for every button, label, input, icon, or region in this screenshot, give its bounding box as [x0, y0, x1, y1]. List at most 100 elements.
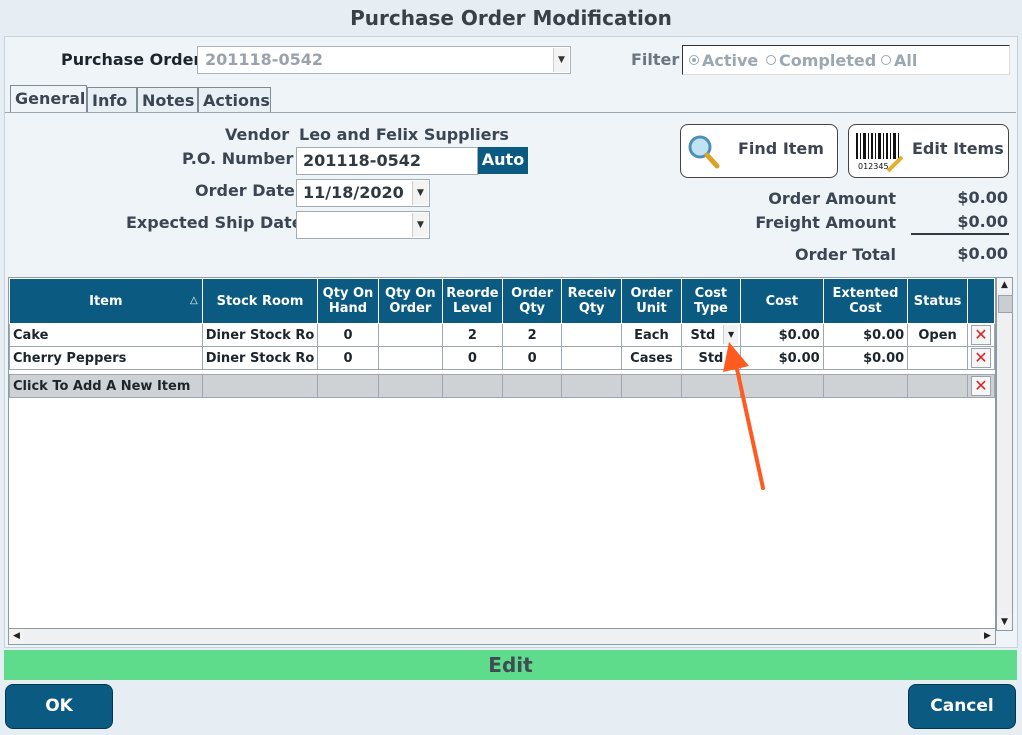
delete-row-icon[interactable]: ✕ — [970, 348, 991, 368]
scroll-down-icon[interactable]: ▼ — [997, 615, 1012, 630]
col-status-header[interactable]: Status — [907, 278, 968, 324]
chevron-down-icon[interactable]: ▼ — [553, 48, 569, 72]
cell-stock-room[interactable]: Diner Stock Ro — [201, 346, 319, 370]
vertical-scrollbar[interactable]: ▲ ▼ — [996, 277, 1013, 631]
add-new-item-row[interactable]: Click To Add A New Item ✕ — [9, 374, 995, 398]
sort-asc-icon: △ — [189, 295, 198, 306]
expected-ship-date-field[interactable]: ▼ — [296, 211, 430, 239]
tab-notes[interactable]: Notes — [137, 87, 198, 113]
cell-qty-on-hand: 0 — [317, 323, 379, 347]
col-reorder-level-header[interactable]: Reorde Level — [441, 278, 503, 324]
cell-order-qty[interactable]: 2 — [501, 323, 563, 347]
filter-radio-group: Active Completed All — [682, 45, 1010, 75]
radio-icon — [881, 55, 891, 65]
annotation-arrow-icon — [723, 342, 765, 490]
cell-reorder-level[interactable]: 2 — [441, 323, 503, 347]
cell-order-qty[interactable]: 0 — [501, 346, 563, 370]
filter-active-radio[interactable]: Active — [689, 51, 758, 70]
horizontal-scrollbar[interactable]: ◀ ▶ — [8, 628, 996, 645]
scroll-right-icon[interactable]: ▶ — [980, 629, 995, 644]
freight-amount-label: Freight Amount — [755, 213, 896, 232]
filter-all-radio[interactable]: All — [881, 51, 917, 70]
tab-general[interactable]: General — [10, 85, 87, 113]
cell-order-unit[interactable]: Each — [621, 323, 682, 347]
order-date-label: Order Date — [195, 181, 295, 200]
add-row-cell — [561, 374, 623, 398]
col-cost-type-header[interactable]: Cost Type — [680, 278, 742, 324]
cell-qty-on-order — [377, 323, 443, 347]
cell-receiv-qty[interactable] — [561, 323, 623, 347]
order-amount-value: $0.00 — [957, 188, 1008, 207]
col-qty-on-hand-header[interactable]: Qty On Hand — [317, 278, 379, 324]
items-grid: Item △ Stock Room Qty On Hand Qty On Orde… — [8, 277, 996, 631]
vendor-value: Leo and Felix Suppliers — [299, 125, 509, 144]
tab-divider — [5, 112, 1016, 113]
col-cost-header[interactable]: Cost — [740, 278, 824, 324]
cost-type-value: Std — [690, 327, 716, 343]
table-header-row: Item △ Stock Room Qty On Hand Qty On Orde… — [9, 278, 995, 324]
cell-qty-on-order — [377, 346, 443, 370]
table-row[interactable]: Cherry Peppers Diner Stock Ro 0 0 0 Case… — [9, 346, 995, 370]
po-number-field[interactable]: 201118-0542 — [296, 147, 478, 175]
order-date-value: 11/18/2020 — [303, 183, 404, 202]
chevron-down-icon[interactable]: ▼ — [412, 181, 428, 205]
add-row-cell — [501, 374, 563, 398]
cell-stock-room[interactable]: Diner Stock Ro — [201, 323, 319, 347]
col-item-header[interactable]: Item △ — [9, 278, 203, 324]
items-table: Item △ Stock Room Qty On Hand Qty On Orde… — [9, 278, 995, 398]
cell-delete: ✕ — [966, 346, 995, 370]
edit-items-label: Edit Items — [912, 139, 1004, 158]
filter-label: Filter — [631, 50, 680, 69]
filter-completed-radio[interactable]: Completed — [766, 51, 876, 70]
barcode-icon: 012345 — [856, 133, 904, 173]
col-extended-cost-header[interactable]: Extented Cost — [822, 278, 909, 324]
cell-status — [907, 346, 968, 370]
add-row-cell — [317, 374, 379, 398]
purchase-order-label: Purchase Order — [61, 50, 202, 69]
scroll-thumb[interactable] — [998, 295, 1013, 313]
scroll-up-icon[interactable]: ▲ — [997, 278, 1012, 293]
cancel-button[interactable]: Cancel — [908, 684, 1016, 729]
magnifier-icon — [688, 135, 720, 169]
cell-item[interactable]: Cherry Peppers — [9, 346, 203, 370]
find-item-label: Find Item — [738, 139, 824, 158]
auto-button[interactable]: Auto — [478, 147, 528, 174]
cell-item[interactable]: Cake — [9, 323, 203, 347]
order-date-field[interactable]: 11/18/2020 ▼ — [296, 179, 430, 207]
scroll-left-icon[interactable]: ◀ — [9, 629, 24, 644]
find-item-button[interactable]: Find Item — [680, 124, 838, 178]
cell-status: Open — [907, 323, 968, 347]
cell-reorder-level[interactable]: 0 — [441, 346, 503, 370]
table-row[interactable]: Cake Diner Stock Ro 0 2 2 Each Std ▼ $0.… — [9, 323, 995, 347]
window-title: Purchase Order Modification — [350, 6, 672, 30]
order-amount-label: Order Amount — [768, 189, 896, 208]
vendor-label: Vendor — [225, 125, 290, 144]
totals-divider — [911, 233, 1009, 235]
tab-info[interactable]: Info — [87, 87, 137, 113]
add-row-cell — [201, 374, 319, 398]
col-receiv-qty-header[interactable]: Receiv Qty — [561, 278, 623, 324]
delete-row-icon[interactable]: ✕ — [970, 325, 991, 345]
col-stock-room-header[interactable]: Stock Room — [201, 278, 319, 324]
delete-row-icon[interactable]: ✕ — [970, 376, 991, 396]
purchase-order-select[interactable]: 201118-0542 ▼ — [197, 46, 571, 74]
add-row-cell — [441, 374, 503, 398]
freight-amount-value: $0.00 — [957, 212, 1008, 231]
cell-qty-on-hand: 0 — [317, 346, 379, 370]
add-row-cell — [907, 374, 968, 398]
purchase-order-value: 201118-0542 — [205, 50, 323, 69]
tab-actions[interactable]: Actions — [198, 87, 271, 113]
add-row-cell — [621, 374, 682, 398]
col-qty-on-order-header[interactable]: Qty On Order — [377, 278, 443, 324]
chevron-down-icon[interactable]: ▼ — [412, 213, 428, 237]
edit-items-button[interactable]: 012345 Edit Items — [848, 124, 1009, 178]
col-order-unit-header[interactable]: Order Unit — [621, 278, 682, 324]
col-delete-header — [966, 278, 995, 324]
cell-receiv-qty[interactable] — [561, 346, 623, 370]
col-order-qty-header[interactable]: Order Qty — [501, 278, 563, 324]
add-new-item-label[interactable]: Click To Add A New Item — [9, 374, 203, 398]
cell-order-unit[interactable]: Cases — [621, 346, 682, 370]
order-total-label: Order Total — [795, 245, 896, 264]
add-row-cell — [822, 374, 909, 398]
ok-button[interactable]: OK — [5, 684, 113, 729]
